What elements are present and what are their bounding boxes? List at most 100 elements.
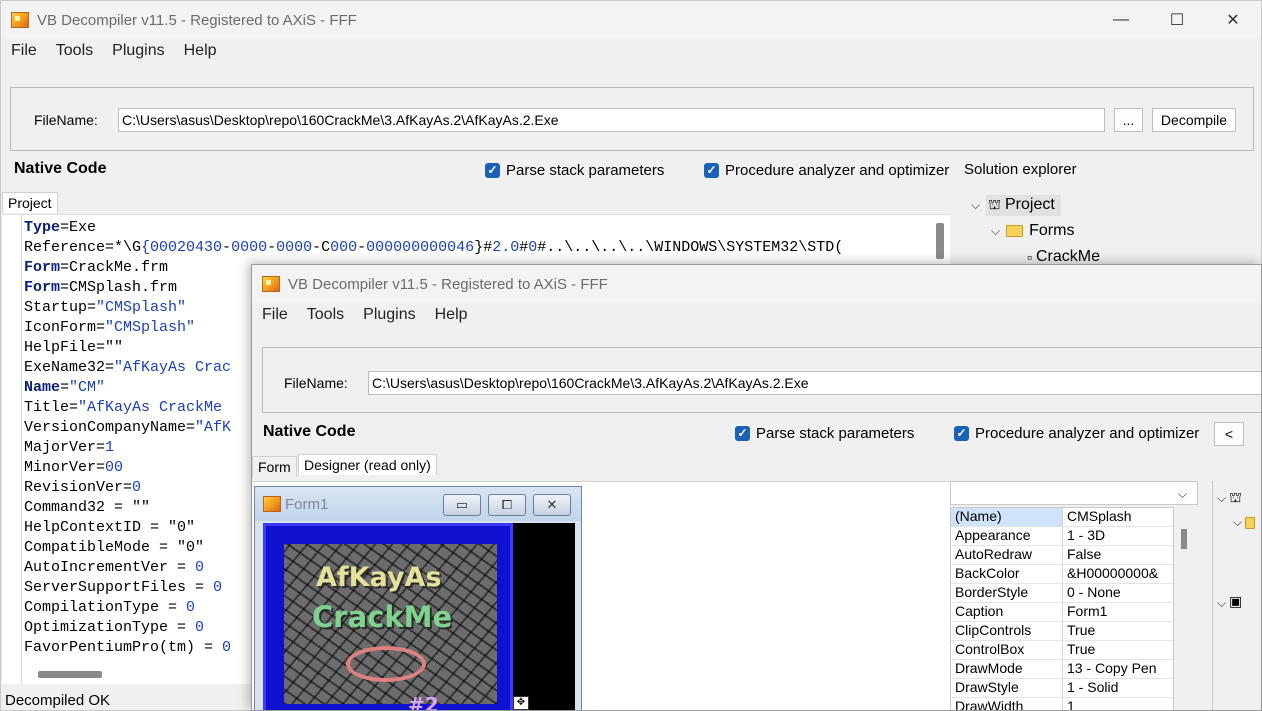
property-row[interactable]: Caption Form1 <box>951 603 1173 622</box>
code-token: =CrackMe.frm <box>60 259 169 276</box>
splash-image: AfKayAs CrackMe #2 <box>263 523 513 711</box>
property-grid: (Name) CMSplash Appearance 1 - 3D AutoRedraw… <box>950 507 1174 710</box>
form-preview[interactable]: Form1 ▭ ⧠ ✕ AfKayAs CrackMe #2 ✥ <box>254 486 582 711</box>
minimize-icon[interactable]: — <box>1093 1 1149 39</box>
app-icon <box>262 276 280 292</box>
property-row[interactable]: ClipControls True <box>951 622 1173 641</box>
code-line: IconForm="CMSplash" <box>24 319 195 336</box>
property-value[interactable]: 13 - Copy Pen <box>1063 660 1157 678</box>
back-button[interactable]: < <box>1214 422 1244 446</box>
property-row[interactable]: DrawStyle 1 - Solid <box>951 679 1173 698</box>
vertical-scrollbar[interactable] <box>936 223 944 259</box>
code-line: MinorVer=00 <box>24 459 123 476</box>
menu-plugins[interactable]: Plugins <box>363 306 415 324</box>
menu-file[interactable]: File <box>11 42 37 60</box>
window-title: VB Decompiler v11.5 - Registered to AXiS… <box>288 275 608 293</box>
maximize-icon[interactable]: ☐ <box>1149 1 1205 39</box>
property-row[interactable]: AutoRedraw False <box>951 546 1173 565</box>
tab-form[interactable]: Form <box>252 456 297 477</box>
code-line: Reference=*\G{00020430-0000-0000-C000-00… <box>24 239 843 256</box>
tree-project[interactable]: ⌵ ⛫ Project <box>971 195 1061 216</box>
property-row[interactable]: BackColor &H00000000& <box>951 565 1173 584</box>
code-token: HelpContextID = "0" <box>24 519 196 536</box>
property-value[interactable]: CMSplash <box>1063 508 1132 526</box>
object-selector[interactable]: ⌵ <box>950 481 1198 505</box>
tree-forms-label: Forms <box>1029 222 1075 239</box>
code-line: Form=CMSplash.frm <box>24 279 177 296</box>
property-value[interactable]: True <box>1063 622 1095 640</box>
form-close-icon[interactable]: ✕ <box>533 494 571 516</box>
code-token: CompilationType = <box>24 599 187 616</box>
menu-help[interactable]: Help <box>184 42 217 60</box>
property-name: ClipControls <box>951 622 1063 640</box>
project-icon: ⛫ <box>1229 489 1242 505</box>
filename-input[interactable]: C:\Users\asus\Desktop\repo\160CrackMe\3.… <box>368 371 1261 395</box>
close-icon[interactable]: ✕ <box>1205 1 1261 39</box>
property-value[interactable]: &H00000000& <box>1063 565 1158 583</box>
code-line: HelpContextID = "0" <box>24 519 195 536</box>
property-row[interactable]: BorderStyle 0 - None <box>951 584 1173 603</box>
tab-designer[interactable]: Designer (read only) <box>298 454 437 475</box>
filename-input[interactable]: C:\Users\asus\Desktop\repo\160CrackMe\3.… <box>118 108 1105 132</box>
property-value[interactable]: 0 - None <box>1063 584 1121 602</box>
code-token: Form <box>24 259 61 276</box>
tree-forms[interactable]: ⌵ Forms <box>991 222 1074 240</box>
folder-icon <box>1006 225 1024 237</box>
solution-explorer-strip: ⌵ ⛫ ⌵ ⌵ ▣ <box>1212 481 1261 710</box>
splash-badge: #2 <box>408 693 439 711</box>
menu-plugins[interactable]: Plugins <box>112 42 164 60</box>
horizontal-scrollbar[interactable] <box>38 671 102 678</box>
property-row[interactable]: Appearance 1 - 3D <box>951 527 1173 546</box>
form-maximize-icon[interactable]: ⧠ <box>488 494 526 516</box>
property-value[interactable]: True <box>1063 641 1095 659</box>
title-bar: VB Decompiler v11.5 - Registered to AXiS… <box>252 265 1261 303</box>
proc-analyzer-checkbox[interactable]: ✓ Procedure analyzer and optimizer <box>954 425 1199 442</box>
splash-title-line2: CrackMe <box>312 600 453 634</box>
parse-stack-checkbox[interactable]: ✓ Parse stack parameters <box>485 162 664 179</box>
code-token: }# <box>474 239 493 256</box>
splash-texture: AfKayAs CrackMe <box>284 544 497 704</box>
code-token: Title= <box>24 399 79 416</box>
code-token: {00020430 <box>141 239 223 256</box>
form-minimize-icon[interactable]: ▭ <box>443 494 481 516</box>
title-bar: VB Decompiler v11.5 - Registered to AXiS… <box>1 1 1261 39</box>
property-value[interactable]: 1 - 3D <box>1063 527 1105 545</box>
property-row[interactable]: ControlBox True <box>951 641 1173 660</box>
checkbox-checked-icon: ✓ <box>704 163 719 178</box>
proc-analyzer-checkbox[interactable]: ✓ Procedure analyzer and optimizer <box>704 162 949 179</box>
chevron-down-icon: ⌵ <box>1177 487 1187 501</box>
parse-stack-checkbox[interactable]: ✓ Parse stack parameters <box>735 425 914 442</box>
code-token: -C <box>312 239 331 256</box>
chevron-down-icon: ⌵ <box>991 223 1001 238</box>
code-token: 0000 <box>231 239 268 256</box>
code-token: - <box>267 239 277 256</box>
splash-oval-shape <box>346 646 426 682</box>
menu-tools[interactable]: Tools <box>307 306 344 324</box>
property-value[interactable]: 1 <box>1063 698 1075 710</box>
proc-analyzer-label: Procedure analyzer and optimizer <box>975 425 1200 442</box>
property-value[interactable]: Form1 <box>1063 603 1107 621</box>
property-row[interactable]: (Name) CMSplash <box>951 508 1173 527</box>
form-client-area: AfKayAs CrackMe #2 ✥ <box>263 523 575 711</box>
code-line: Type=Exe <box>24 219 96 236</box>
property-value[interactable]: 1 - Solid <box>1063 679 1118 697</box>
menu-file[interactable]: File <box>262 306 288 324</box>
code-token: 0 <box>213 579 223 596</box>
tab-project[interactable]: Project <box>2 192 58 213</box>
code-token: Type <box>24 219 61 236</box>
code-token: IconForm= <box>24 319 106 336</box>
menu-help[interactable]: Help <box>435 306 468 324</box>
code-gutter <box>21 215 22 684</box>
property-value[interactable]: False <box>1063 546 1101 564</box>
property-row[interactable]: DrawMode 13 - Copy Pen <box>951 660 1173 679</box>
code-token: FavorPentiumPro(tm) = <box>24 639 223 656</box>
code-line: ServerSupportFiles = 0 <box>24 579 222 596</box>
decompile-button[interactable]: Decompile <box>1152 108 1236 132</box>
property-scrollbar[interactable] <box>1181 529 1187 549</box>
code-line: AutoIncrementVer = 0 <box>24 559 204 576</box>
move-handle-icon[interactable]: ✥ <box>513 696 529 710</box>
property-row[interactable]: DrawWidth 1 <box>951 698 1173 710</box>
menu-tools[interactable]: Tools <box>56 42 93 60</box>
code-token: RevisionVer= <box>24 479 133 496</box>
browse-button[interactable]: ... <box>1114 108 1143 132</box>
